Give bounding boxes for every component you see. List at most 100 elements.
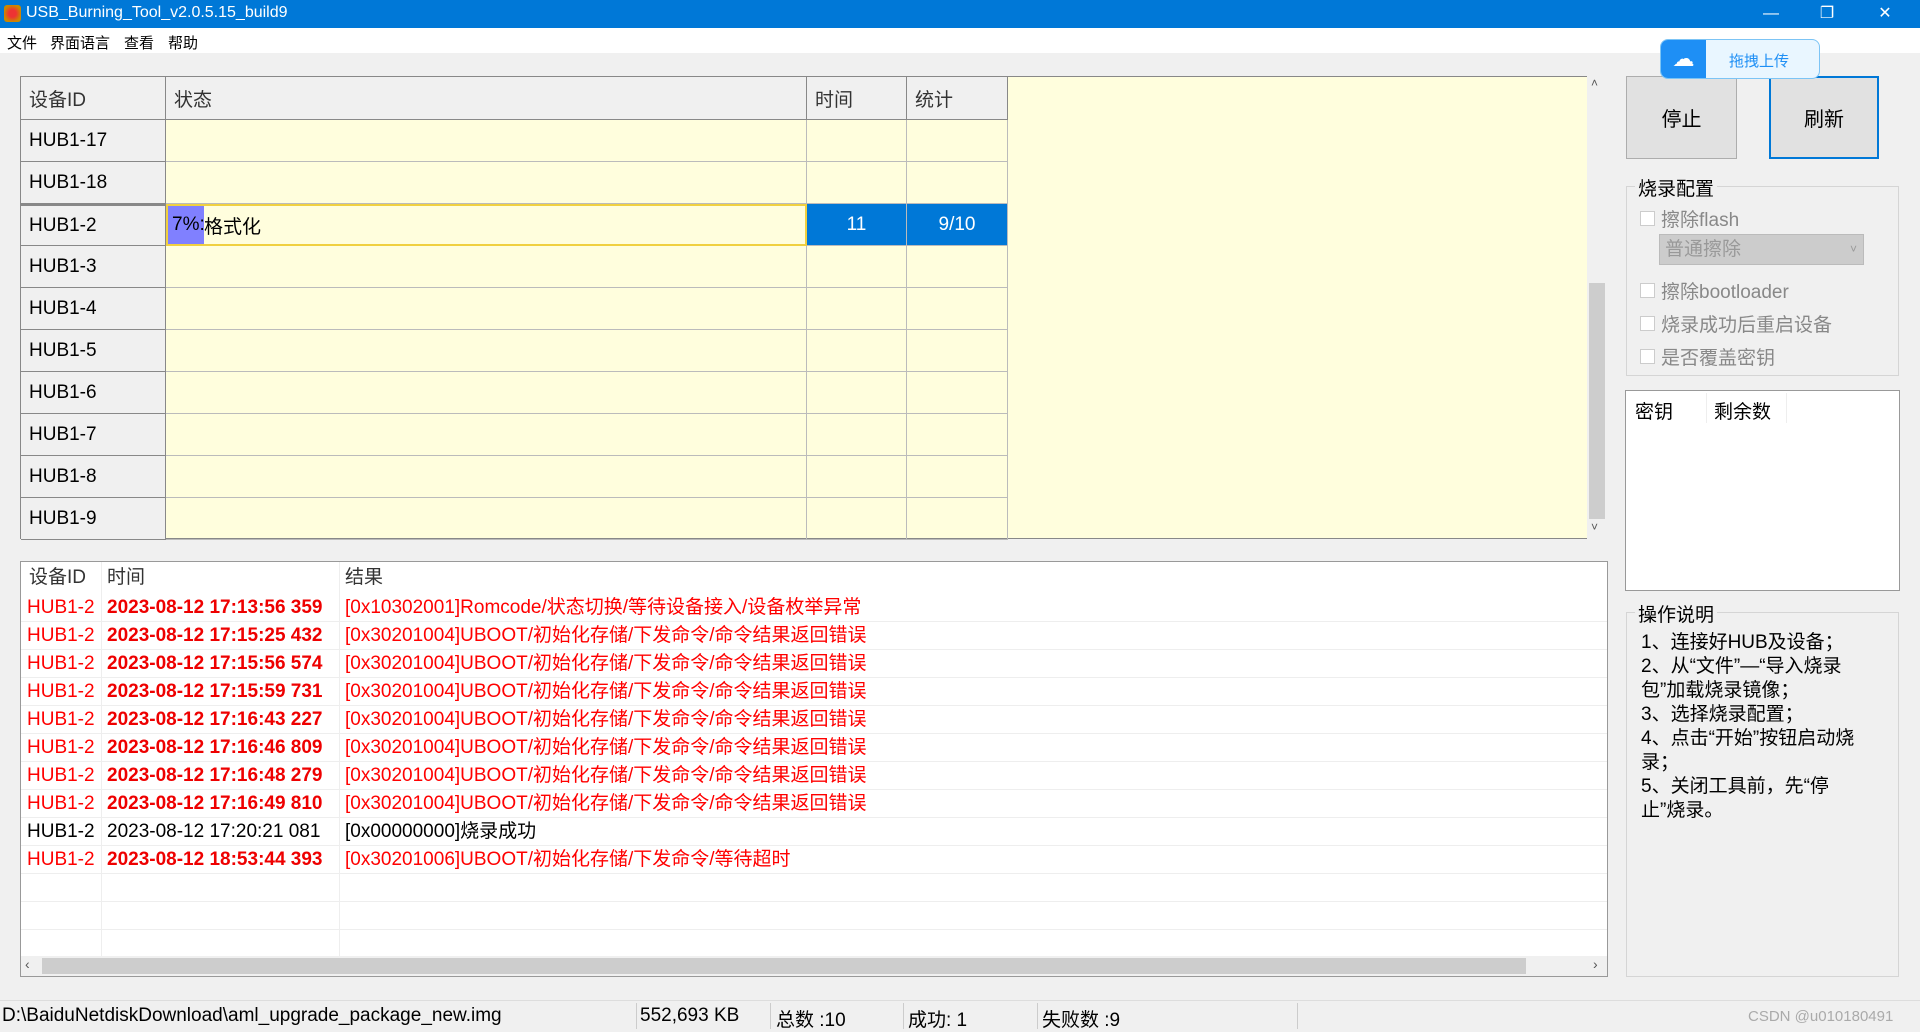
grid-cell-stats[interactable]	[907, 498, 1008, 540]
grid-cell-stats[interactable]	[907, 330, 1008, 372]
log-device-id: HUB1-2	[27, 765, 95, 786]
menu-language[interactable]: 界面语言	[50, 32, 110, 53]
log-header-time[interactable]: 时间	[107, 562, 145, 594]
grid-header-status[interactable]: 状态	[166, 77, 807, 120]
close-icon[interactable]: ✕	[1862, 0, 1908, 28]
grid-cell-status[interactable]	[166, 372, 807, 414]
grid-cell-time[interactable]: 11	[807, 204, 907, 246]
log-row[interactable]: HUB1-2 2023-08-12 17:13:56 359 [0x10302001…	[21, 594, 1607, 622]
grid-cell-id[interactable]: HUB1-18	[21, 162, 166, 204]
scroll-down-icon[interactable]: ˅	[1591, 520, 1598, 534]
grid-cell-stats[interactable]	[907, 414, 1008, 456]
log-row[interactable]: HUB1-2 2023-08-12 17:16:48 279 [0x30201004…	[21, 762, 1607, 790]
grid-cell-id[interactable]: HUB1-7	[21, 414, 166, 456]
menu-help[interactable]: 帮助	[168, 32, 198, 53]
log-row[interactable]: HUB1-2 2023-08-12 17:16:46 809 [0x30201004…	[21, 734, 1607, 762]
key-header-key[interactable]: 密钥	[1635, 397, 1673, 424]
image-path: D:\BaiduNetdiskDownload\aml_upgrade_pack…	[2, 1005, 502, 1026]
scroll-left-icon[interactable]: ‹	[25, 956, 30, 972]
grid-cell-time[interactable]	[807, 456, 907, 498]
grid-cell-time[interactable]	[807, 330, 907, 372]
scroll-thumb[interactable]	[42, 958, 1526, 974]
log-result: [0x30201004]UBOOT/初始化存储/下发命令/命令结果返回错误	[345, 653, 867, 674]
erase-bootloader-checkbox[interactable]: 擦除bootloader	[1640, 277, 1789, 304]
grid-cell-status[interactable]	[166, 246, 807, 288]
log-row[interactable]: HUB1-2 2023-08-12 18:53:44 393 [0x30201006…	[21, 846, 1607, 874]
log-time: 2023-08-12 18:53:44 393	[107, 849, 323, 870]
grid-cell-id[interactable]: HUB1-3	[21, 246, 166, 288]
erase-mode-select[interactable]: 普通擦除 ˅	[1659, 234, 1864, 265]
grid-cell-id[interactable]: HUB1-6	[21, 372, 166, 414]
grid-cell-status[interactable]	[166, 456, 807, 498]
grid-cell-time[interactable]	[807, 288, 907, 330]
title-bar: USB_Burning_Tool_v2.0.5.15_build9 — ❐ ✕	[0, 0, 1920, 28]
grid-cell-id[interactable]: HUB1-8	[21, 456, 166, 498]
log-row[interactable]: HUB1-2 2023-08-12 17:20:21 081 [0x00000000…	[21, 818, 1607, 846]
grid-cell-stats[interactable]	[907, 162, 1008, 204]
refresh-button[interactable]: 刷新	[1769, 76, 1879, 159]
log-time: 2023-08-12 17:16:49 810	[107, 793, 323, 814]
grid-cell-stats[interactable]	[907, 372, 1008, 414]
grid-cell-stats[interactable]: 9/10	[907, 204, 1008, 246]
window-title: USB_Burning_Tool_v2.0.5.15_build9	[26, 4, 288, 21]
grid-header-id[interactable]: 设备ID	[21, 77, 166, 120]
grid-cell-status[interactable]	[166, 288, 807, 330]
scroll-thumb[interactable]	[1589, 283, 1605, 519]
grid-cell-stats[interactable]	[907, 246, 1008, 288]
restore-icon[interactable]: ❐	[1804, 0, 1850, 28]
grid-cell-time[interactable]	[807, 372, 907, 414]
device-grid: 设备ID 状态 时间 统计 HUB1-17 HUB1-18 HUB1-2 7%: 格式化 11 9/…	[20, 76, 1607, 540]
grid-cell-id[interactable]: HUB1-2	[21, 204, 166, 246]
grid-cell-stats[interactable]	[907, 288, 1008, 330]
help-line: 1、连接好HUB及设备；	[1641, 632, 1844, 653]
burn-config-group: 烧录配置 擦除flash 普通擦除 ˅ 擦除bootloader 烧录成功后重启设…	[1626, 174, 1899, 376]
log-device-id: HUB1-2	[27, 653, 95, 674]
log-row[interactable]: HUB1-2 2023-08-12 17:16:43 227 [0x30201004…	[21, 706, 1607, 734]
grid-cell-time[interactable]	[807, 246, 907, 288]
stop-button[interactable]: 停止	[1626, 76, 1737, 159]
log-header-id[interactable]: 设备ID	[29, 562, 86, 594]
grid-cell-id[interactable]: HUB1-5	[21, 330, 166, 372]
erase-flash-checkbox[interactable]: 擦除flash	[1640, 205, 1739, 232]
erase-mode-value: 普通擦除	[1665, 239, 1742, 260]
log-result: [0x10302001]Romcode/状态切换/等待设备接入/设备枚举异常	[345, 597, 862, 618]
grid-cell-time[interactable]	[807, 162, 907, 204]
log-row[interactable]: HUB1-2 2023-08-12 17:15:56 574 [0x30201004…	[21, 650, 1607, 678]
overwrite-key-checkbox[interactable]: 是否覆盖密钥	[1640, 343, 1775, 370]
grid-header-stats[interactable]: 统计	[907, 77, 1008, 120]
grid-vertical-scrollbar[interactable]: ˄ ˅	[1587, 76, 1607, 539]
reboot-after-checkbox[interactable]: 烧录成功后重启设备	[1640, 310, 1832, 337]
grid-cell-status[interactable]	[166, 162, 807, 204]
grid-cell-stats[interactable]	[907, 120, 1008, 162]
grid-cell-status[interactable]	[166, 414, 807, 456]
grid-cell-status[interactable]	[166, 498, 807, 540]
key-list: 密钥 剩余数	[1625, 390, 1900, 591]
menu-file[interactable]: 文件	[7, 32, 37, 53]
grid-cell-time[interactable]	[807, 120, 907, 162]
grid-cell-time[interactable]	[807, 414, 907, 456]
menu-view[interactable]: 查看	[124, 32, 154, 53]
grid-cell-status[interactable]: 7%: 格式化	[166, 204, 807, 246]
grid-cell-stats[interactable]	[907, 456, 1008, 498]
log-row[interactable]: HUB1-2 2023-08-12 17:16:49 810 [0x30201004…	[21, 790, 1607, 818]
key-header-remaining[interactable]: 剩余数	[1714, 397, 1771, 424]
grid-cell-id[interactable]: HUB1-4	[21, 288, 166, 330]
grid-cell-id[interactable]: HUB1-9	[21, 498, 166, 540]
grid-cell-status[interactable]	[166, 120, 807, 162]
log-result: [0x30201004]UBOOT/初始化存储/下发命令/命令结果返回错误	[345, 793, 867, 814]
log-horizontal-scrollbar[interactable]: ‹ ›	[21, 956, 1607, 976]
log-header-result[interactable]: 结果	[345, 562, 383, 594]
scroll-right-icon[interactable]: ›	[1593, 956, 1598, 972]
grid-cell-id[interactable]: HUB1-17	[21, 120, 166, 162]
grid-cell-time[interactable]	[807, 498, 907, 540]
minimize-icon[interactable]: —	[1748, 0, 1794, 28]
burn-config-title: 烧录配置	[1635, 174, 1718, 201]
log-row[interactable]: HUB1-2 2023-08-12 17:15:59 731 [0x30201004…	[21, 678, 1607, 706]
grid-cell-status[interactable]	[166, 330, 807, 372]
chevron-down-icon: ˅	[1849, 242, 1857, 256]
scroll-up-icon[interactable]: ˄	[1591, 76, 1598, 90]
grid-header-time[interactable]: 时间	[807, 77, 907, 120]
help-line: 5、关闭工具前，先“停止”烧录。	[1641, 776, 1829, 821]
log-row[interactable]: HUB1-2 2023-08-12 17:15:25 432 [0x30201004…	[21, 622, 1607, 650]
upload-widget[interactable]: ☁ 拖拽上传	[1660, 39, 1820, 79]
